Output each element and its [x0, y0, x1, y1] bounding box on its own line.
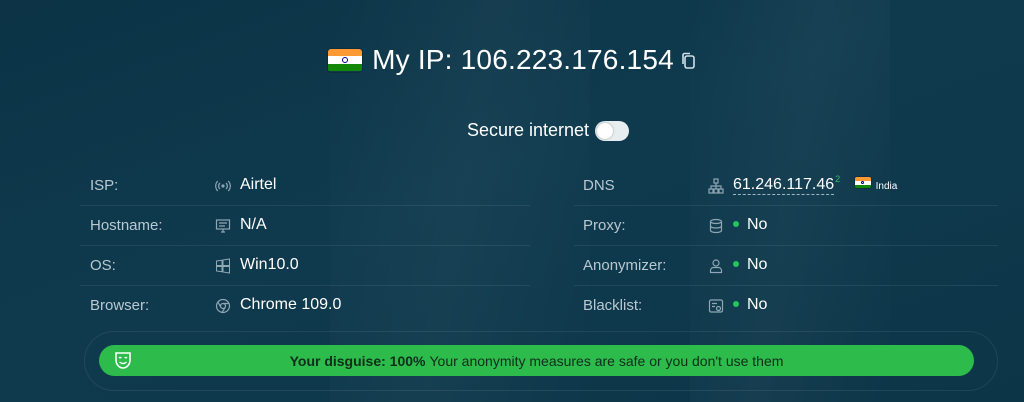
proxy-value-group: No [733, 216, 767, 234]
disguise-score: Your disguise: 100% [289, 352, 426, 369]
proxy-value: No [747, 216, 768, 233]
status-dot [733, 300, 739, 307]
network-tree-icon [708, 178, 724, 194]
ip-address[interactable]: 106.223.176.154 [461, 44, 674, 75]
proxy-label: Proxy: [583, 217, 626, 234]
ip-label: My IP: [372, 44, 453, 75]
status-dot [733, 260, 739, 267]
mask-icon [114, 351, 132, 373]
secure-internet-row: Secure internet [0, 120, 1024, 141]
isp-label: ISP: [90, 177, 119, 194]
dns-count: 2 [835, 174, 841, 184]
status-dot [733, 220, 739, 227]
ip-header: My IP: 106.223.176.154 [0, 44, 1024, 76]
india-flag-icon [854, 177, 871, 189]
isp-value: Airtel [240, 176, 277, 193]
database-icon [708, 218, 724, 234]
dns-value[interactable]: 61.246.117.46 [733, 176, 835, 195]
table-row: Hostname: N/A Proxy: No [80, 206, 1000, 246]
dns-label: DNS [583, 177, 615, 194]
disguise-banner: Your disguise: 100% Your anonymity measur… [99, 345, 974, 376]
user-icon [708, 258, 724, 274]
windows-icon [215, 258, 231, 274]
ip-info-table: ISP: Airtel DNS 61.246.117.462 India Hos… [80, 166, 1000, 326]
hostname-value: N/A [240, 216, 267, 233]
dns-value-group: 61.246.117.462 India [733, 174, 898, 195]
anonymizer-value: No [747, 256, 768, 273]
wifi-signal-icon [215, 178, 231, 194]
anonymizer-label: Anonymizer: [583, 257, 667, 274]
india-flag-icon [328, 48, 363, 72]
secure-internet-label: Secure internet [466, 120, 590, 140]
dns-country: India [875, 181, 898, 192]
table-row: Browser: Chrome 109.0 Blacklist: No [80, 286, 1000, 326]
blacklist-value: No [747, 296, 768, 313]
disguise-message: Your anonymity measures are safe or you … [429, 352, 784, 369]
toggle-knob [597, 122, 614, 139]
ip-title: My IP: 106.223.176.154 [372, 44, 674, 76]
copy-icon[interactable] [680, 52, 696, 75]
anonymizer-value-group: No [733, 256, 767, 274]
os-value: Win10.0 [240, 256, 299, 273]
os-label: OS: [90, 257, 116, 274]
table-row: OS: Win10.0 Anonymizer: No [80, 246, 1000, 286]
browser-label: Browser: [90, 297, 150, 314]
browser-value: Chrome 109.0 [240, 296, 342, 313]
blacklist-value-group: No [733, 296, 767, 314]
server-icon [215, 218, 231, 234]
blacklist-label: Blacklist: [583, 297, 643, 314]
table-row: ISP: Airtel DNS 61.246.117.462 India [80, 166, 1000, 206]
chrome-icon [215, 298, 231, 314]
hostname-label: Hostname: [90, 217, 163, 234]
secure-internet-toggle[interactable] [595, 120, 630, 141]
blacklist-icon [708, 298, 724, 314]
